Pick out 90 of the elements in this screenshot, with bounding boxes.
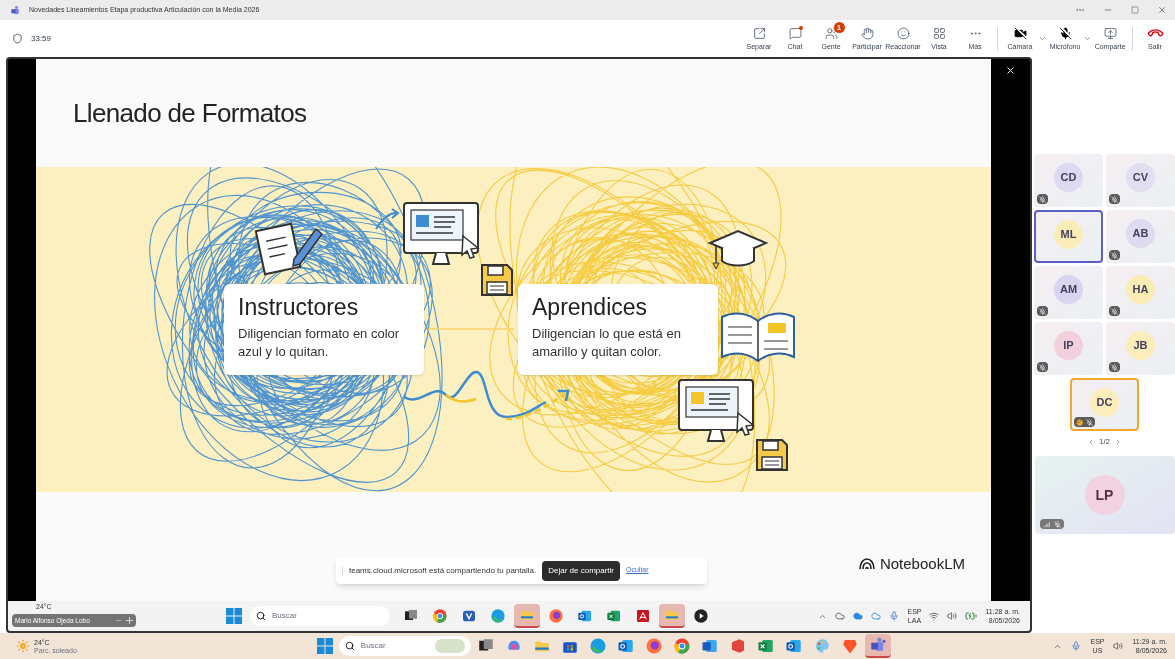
participant-tile[interactable]: ML bbox=[1034, 210, 1103, 263]
card-title: Aprendices bbox=[532, 296, 649, 319]
participant-initials: AM bbox=[1059, 282, 1078, 298]
popout-icon bbox=[752, 27, 766, 40]
notification-badge: 1 bbox=[833, 22, 845, 33]
clipboard-pencil-icon bbox=[254, 222, 324, 276]
participant-initials: JB bbox=[1133, 338, 1148, 354]
participant-tile[interactable]: IP bbox=[1034, 322, 1103, 375]
computer-monitor-icon bbox=[678, 379, 755, 442]
meeting-timer: 33:59 bbox=[31, 32, 52, 45]
participant-tile[interactable]: HA bbox=[1106, 266, 1175, 319]
slide-title: Llenado de Formatos bbox=[73, 96, 307, 130]
maximize-icon[interactable] bbox=[1131, 6, 1139, 14]
signal-icon bbox=[1042, 520, 1050, 528]
app-icon bbox=[461, 608, 477, 624]
browser-icon bbox=[672, 637, 691, 655]
participant-tile[interactable]: CD bbox=[1034, 154, 1103, 207]
shield-icon bbox=[12, 33, 23, 44]
computer-monitor-icon bbox=[403, 202, 480, 265]
participant-initials: AB bbox=[1132, 226, 1149, 242]
card-title: Instructores bbox=[238, 296, 360, 319]
chat-icon bbox=[788, 27, 802, 40]
participant-initials: ML bbox=[1060, 227, 1077, 243]
browser-icon bbox=[548, 608, 564, 624]
open-book-icon bbox=[721, 312, 795, 362]
close-icon[interactable] bbox=[1005, 65, 1016, 76]
sharing-message: teams.cloud.microsoft está compartiendo tu pantalla. bbox=[349, 564, 537, 577]
shield-icon bbox=[840, 637, 859, 655]
search-icon bbox=[344, 641, 355, 651]
people-icon bbox=[824, 27, 838, 40]
play-icon bbox=[693, 608, 709, 624]
volume-icon bbox=[1113, 641, 1124, 651]
participant-tile[interactable]: AB bbox=[1106, 210, 1175, 263]
search-field[interactable]: Buscar bbox=[338, 636, 471, 656]
browser-icon bbox=[432, 608, 448, 624]
microphone-icon bbox=[1071, 641, 1082, 651]
cloud-icon bbox=[871, 611, 882, 621]
browser-icon bbox=[644, 637, 663, 655]
spreadsheet-icon bbox=[756, 637, 775, 655]
team-icon bbox=[10, 4, 21, 16]
arrow-icon bbox=[375, 208, 400, 230]
browser-icon bbox=[490, 608, 506, 624]
featured-participant-tile[interactable]: LP bbox=[1034, 456, 1175, 534]
search-highlight-picture bbox=[434, 639, 465, 653]
share-screen-icon bbox=[1103, 27, 1117, 40]
document-icon bbox=[700, 637, 719, 655]
participant-initials: IP bbox=[1063, 338, 1074, 354]
grid-icon bbox=[932, 27, 946, 40]
participant-initials: DC bbox=[1096, 395, 1113, 411]
wifi-icon bbox=[929, 611, 940, 621]
search-placeholder: Buscar bbox=[360, 640, 386, 652]
cloud-icon bbox=[835, 611, 846, 621]
participant-initials: CV bbox=[1132, 170, 1149, 186]
participant-tile[interactable]: CV bbox=[1106, 154, 1175, 207]
participant-initials: LP bbox=[1095, 485, 1114, 505]
weather-sun-icon bbox=[16, 639, 30, 653]
card-text: Diligencian lo que está en amarillo y quitan color. bbox=[532, 325, 682, 361]
microphone-icon bbox=[889, 611, 900, 621]
participant-tile[interactable]: DC bbox=[1070, 378, 1139, 431]
start-icon[interactable] bbox=[316, 638, 333, 654]
caret-icon[interactable] bbox=[1083, 34, 1092, 43]
spreadsheet-icon bbox=[606, 608, 622, 624]
participant-initials: CD bbox=[1060, 170, 1077, 186]
smiley-icon bbox=[896, 27, 910, 40]
participant-tile[interactable]: JB bbox=[1106, 322, 1175, 375]
participant-initials: HA bbox=[1132, 282, 1149, 298]
pdf-icon bbox=[635, 608, 651, 624]
brand-logo-icon bbox=[858, 557, 875, 570]
brand-name: NotebookLM bbox=[879, 553, 965, 574]
caret-icon[interactable] bbox=[1038, 34, 1047, 43]
search-icon bbox=[256, 611, 266, 621]
start-icon[interactable] bbox=[226, 608, 242, 624]
stop-sharing-button[interactable]: Dejar de compartir bbox=[542, 560, 621, 581]
team-icon bbox=[868, 636, 887, 654]
cloud-icon bbox=[853, 611, 864, 621]
participant-tile[interactable]: AM bbox=[1034, 266, 1103, 319]
hand-icon bbox=[860, 27, 874, 40]
volume-icon bbox=[947, 611, 958, 621]
mail-icon bbox=[616, 637, 635, 655]
battery-icon bbox=[965, 610, 978, 622]
graduation-cap-icon bbox=[707, 229, 769, 270]
mail-icon bbox=[577, 608, 593, 624]
page-indicator: 1/2 bbox=[1098, 436, 1111, 448]
mail-icon bbox=[784, 637, 803, 655]
browser-icon bbox=[588, 637, 607, 655]
search-placeholder: Buscar bbox=[272, 610, 297, 622]
search-field[interactable]: Buscar bbox=[250, 606, 390, 626]
minus-icon[interactable] bbox=[115, 617, 122, 624]
card-text: Diligencian formato en color azul y lo quitan. bbox=[238, 325, 401, 361]
plus-icon[interactable] bbox=[126, 617, 133, 624]
